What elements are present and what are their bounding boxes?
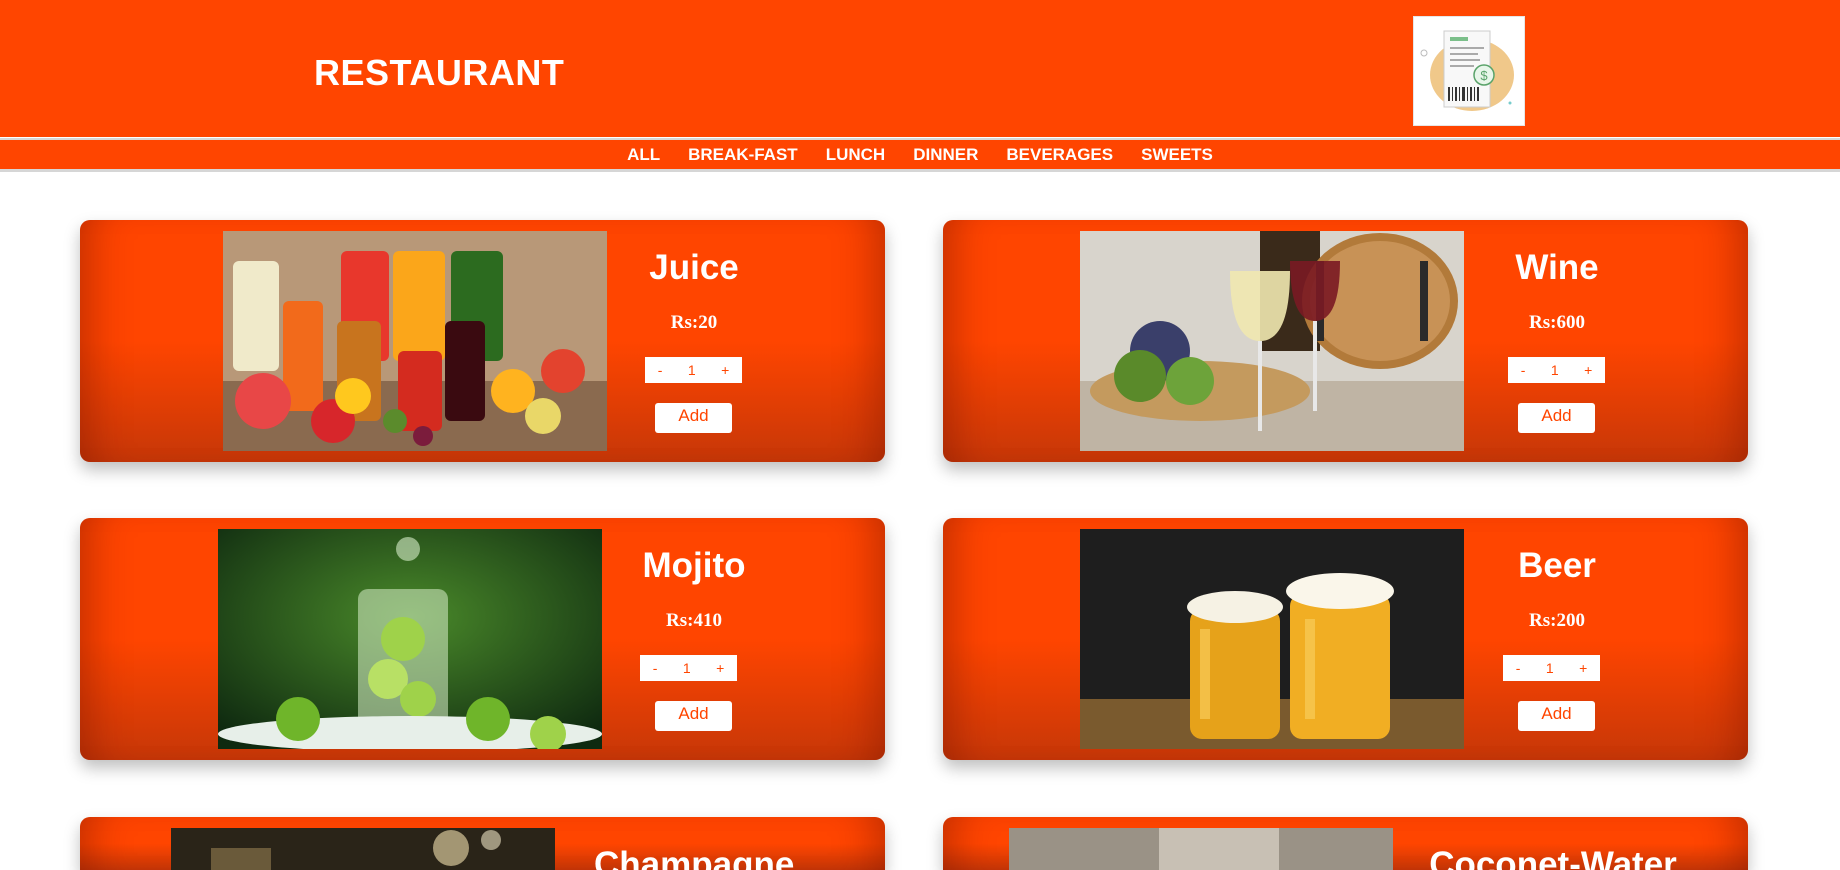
product-card-wine: Wine Rs:600 - 1 + Add <box>943 220 1748 462</box>
product-card-mojito: Mojito Rs:410 - 1 + Add <box>80 518 885 760</box>
increment-button[interactable]: + <box>1584 362 1592 378</box>
add-button[interactable]: Add <box>655 701 732 731</box>
product-name: Coconet-Water <box>1429 845 1677 870</box>
product-price: Rs:600 <box>1529 312 1585 333</box>
receipt-icon: $ <box>1420 30 1514 111</box>
add-button[interactable]: Add <box>1518 403 1595 433</box>
product-name: Wine <box>1515 248 1599 287</box>
product-name: Champagne <box>594 845 795 870</box>
nav-item-sweets[interactable]: SWEETS <box>1141 145 1213 165</box>
category-nav: ALL BREAK-FAST LUNCH DINNER BEVERAGES SW… <box>0 138 1840 172</box>
product-price: Rs:410 <box>666 610 722 631</box>
nav-item-dinner[interactable]: DINNER <box>913 145 978 165</box>
beer-image <box>1080 529 1464 749</box>
decrement-button[interactable]: - <box>1521 362 1526 378</box>
product-name: Juice <box>649 248 739 287</box>
increment-button[interactable]: + <box>721 362 729 378</box>
nav-item-lunch[interactable]: LUNCH <box>826 145 886 165</box>
add-button[interactable]: Add <box>1518 701 1595 731</box>
decrement-button[interactable]: - <box>1516 660 1521 676</box>
nav-item-beverages[interactable]: BEVERAGES <box>1006 145 1113 165</box>
champagne-image <box>171 828 555 870</box>
mojito-image <box>218 529 602 752</box>
coconet-water-image <box>1009 828 1393 870</box>
product-price: Rs:20 <box>670 312 718 333</box>
product-card-champagne: Champagne <box>80 817 885 870</box>
product-card-coconet-water: Coconet-Water <box>943 817 1748 870</box>
nav-item-all[interactable]: ALL <box>627 145 660 165</box>
wine-image <box>1080 231 1464 451</box>
brand-title: RESTAURANT <box>314 52 565 93</box>
quantity-value[interactable]: 1 <box>688 362 696 378</box>
quantity-stepper: - 1 + <box>640 655 737 681</box>
decrement-button[interactable]: - <box>653 660 658 676</box>
add-button[interactable]: Add <box>655 403 732 433</box>
product-price: Rs:200 <box>1529 610 1585 631</box>
product-card-juice: Juice Rs:20 - 1 + Add <box>80 220 885 462</box>
increment-button[interactable]: + <box>1579 660 1587 676</box>
quantity-stepper: - 1 + <box>1503 655 1600 681</box>
product-name: Mojito <box>642 546 746 585</box>
increment-button[interactable]: + <box>716 660 724 676</box>
nav-item-breakfast[interactable]: BREAK-FAST <box>688 145 798 165</box>
quantity-value[interactable]: 1 <box>1551 362 1559 378</box>
decrement-button[interactable]: - <box>658 362 663 378</box>
receipt-button[interactable]: $ <box>1413 16 1525 126</box>
svg-text:$: $ <box>1480 68 1488 83</box>
quantity-value[interactable]: 1 <box>1546 660 1554 676</box>
product-card-beer: Beer Rs:200 - 1 + Add <box>943 518 1748 760</box>
juice-image <box>223 231 607 451</box>
quantity-value[interactable]: 1 <box>683 660 691 676</box>
product-name: Beer <box>1518 546 1596 585</box>
header: RESTAURANT $ <box>0 0 1840 137</box>
quantity-stepper: - 1 + <box>645 357 742 383</box>
quantity-stepper: - 1 + <box>1508 357 1605 383</box>
